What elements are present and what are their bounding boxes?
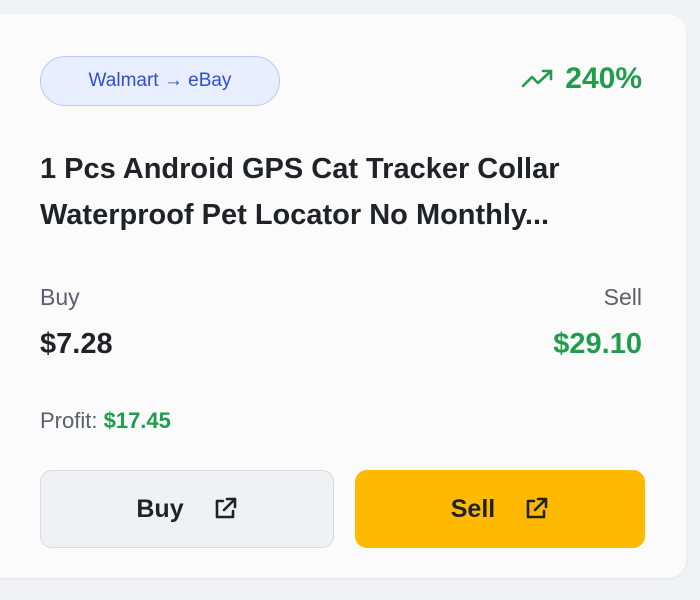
buy-button-label: Buy [136, 494, 184, 523]
profit-label: Profit: [40, 408, 98, 433]
sell-price: $29.10 [553, 328, 642, 360]
trending-up-icon [521, 69, 553, 88]
profit-row: Profit: $17.45 [40, 408, 171, 434]
product-title: 1 Pcs Android GPS Cat Tracker Collar Wat… [40, 153, 560, 231]
buy-price-label: Buy [40, 284, 80, 310]
roi-value: 240% [565, 62, 642, 95]
roi-indicator: 240% [521, 62, 642, 96]
external-link-icon [526, 497, 548, 519]
sell-price-label: Sell [603, 284, 642, 310]
product-card: Walmart → eBay 240% 1 Pcs Android GPS Ca… [0, 14, 686, 578]
external-link-icon [215, 497, 236, 519]
buy-button[interactable]: Buy [40, 470, 334, 548]
sell-button-label: Sell [450, 494, 496, 523]
route-badge: Walmart → eBay [40, 56, 280, 106]
profit-value: $17.45 [103, 408, 171, 433]
buy-price: $7.28 [40, 328, 113, 360]
sell-button[interactable]: Sell [355, 470, 645, 548]
route-badge-label: Walmart → eBay [88, 70, 232, 91]
